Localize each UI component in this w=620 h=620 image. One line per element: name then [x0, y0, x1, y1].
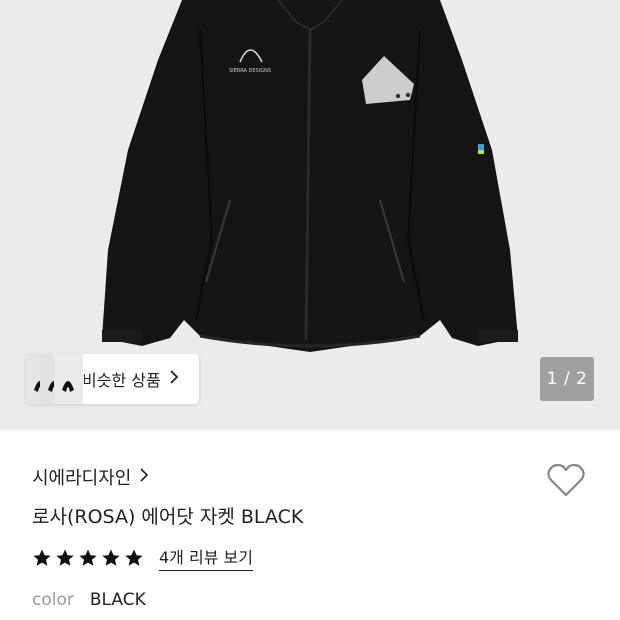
similar-product-thumbnails [26, 354, 84, 404]
chevron-right-icon [139, 467, 149, 488]
star-icon [102, 549, 120, 566]
star-rating [32, 548, 147, 568]
similar-thumbnail [54, 354, 84, 404]
color-value: BLACK [89, 590, 146, 610]
brand-name: 시에라디자인 [32, 468, 132, 489]
star-icon [56, 549, 74, 566]
similar-products-label: 비슷한 상품 [82, 371, 161, 390]
product-info: 시에라디자인 로사(ROSA) 에어닷 자켓 BLACK 4개 리뷰 보기 co… [0, 430, 620, 620]
star-icon [79, 549, 97, 566]
rating-row: 4개 리뷰 보기 [32, 544, 253, 571]
jacket-logo-text: SIERRA DESIGNS [229, 68, 271, 74]
product-image-gallery[interactable]: SIERRA DESIGNS 비슷한 상품 1 / 2 [0, 0, 620, 430]
similar-products-button[interactable]: 비슷한 상품 [26, 354, 199, 404]
product-title: 로사(ROSA) 에어닷 자켓 BLACK [32, 506, 304, 528]
color-option: color BLACK [32, 590, 146, 610]
color-label: color [32, 590, 74, 610]
star-icon [125, 549, 143, 566]
brand-link[interactable]: 시에라디자인 [32, 464, 149, 490]
wishlist-heart-icon[interactable] [546, 462, 586, 498]
review-link[interactable]: 4개 리뷰 보기 [159, 544, 253, 571]
star-icon [33, 549, 51, 566]
chevron-right-icon [169, 369, 179, 389]
image-page-counter: 1 / 2 [540, 357, 594, 401]
